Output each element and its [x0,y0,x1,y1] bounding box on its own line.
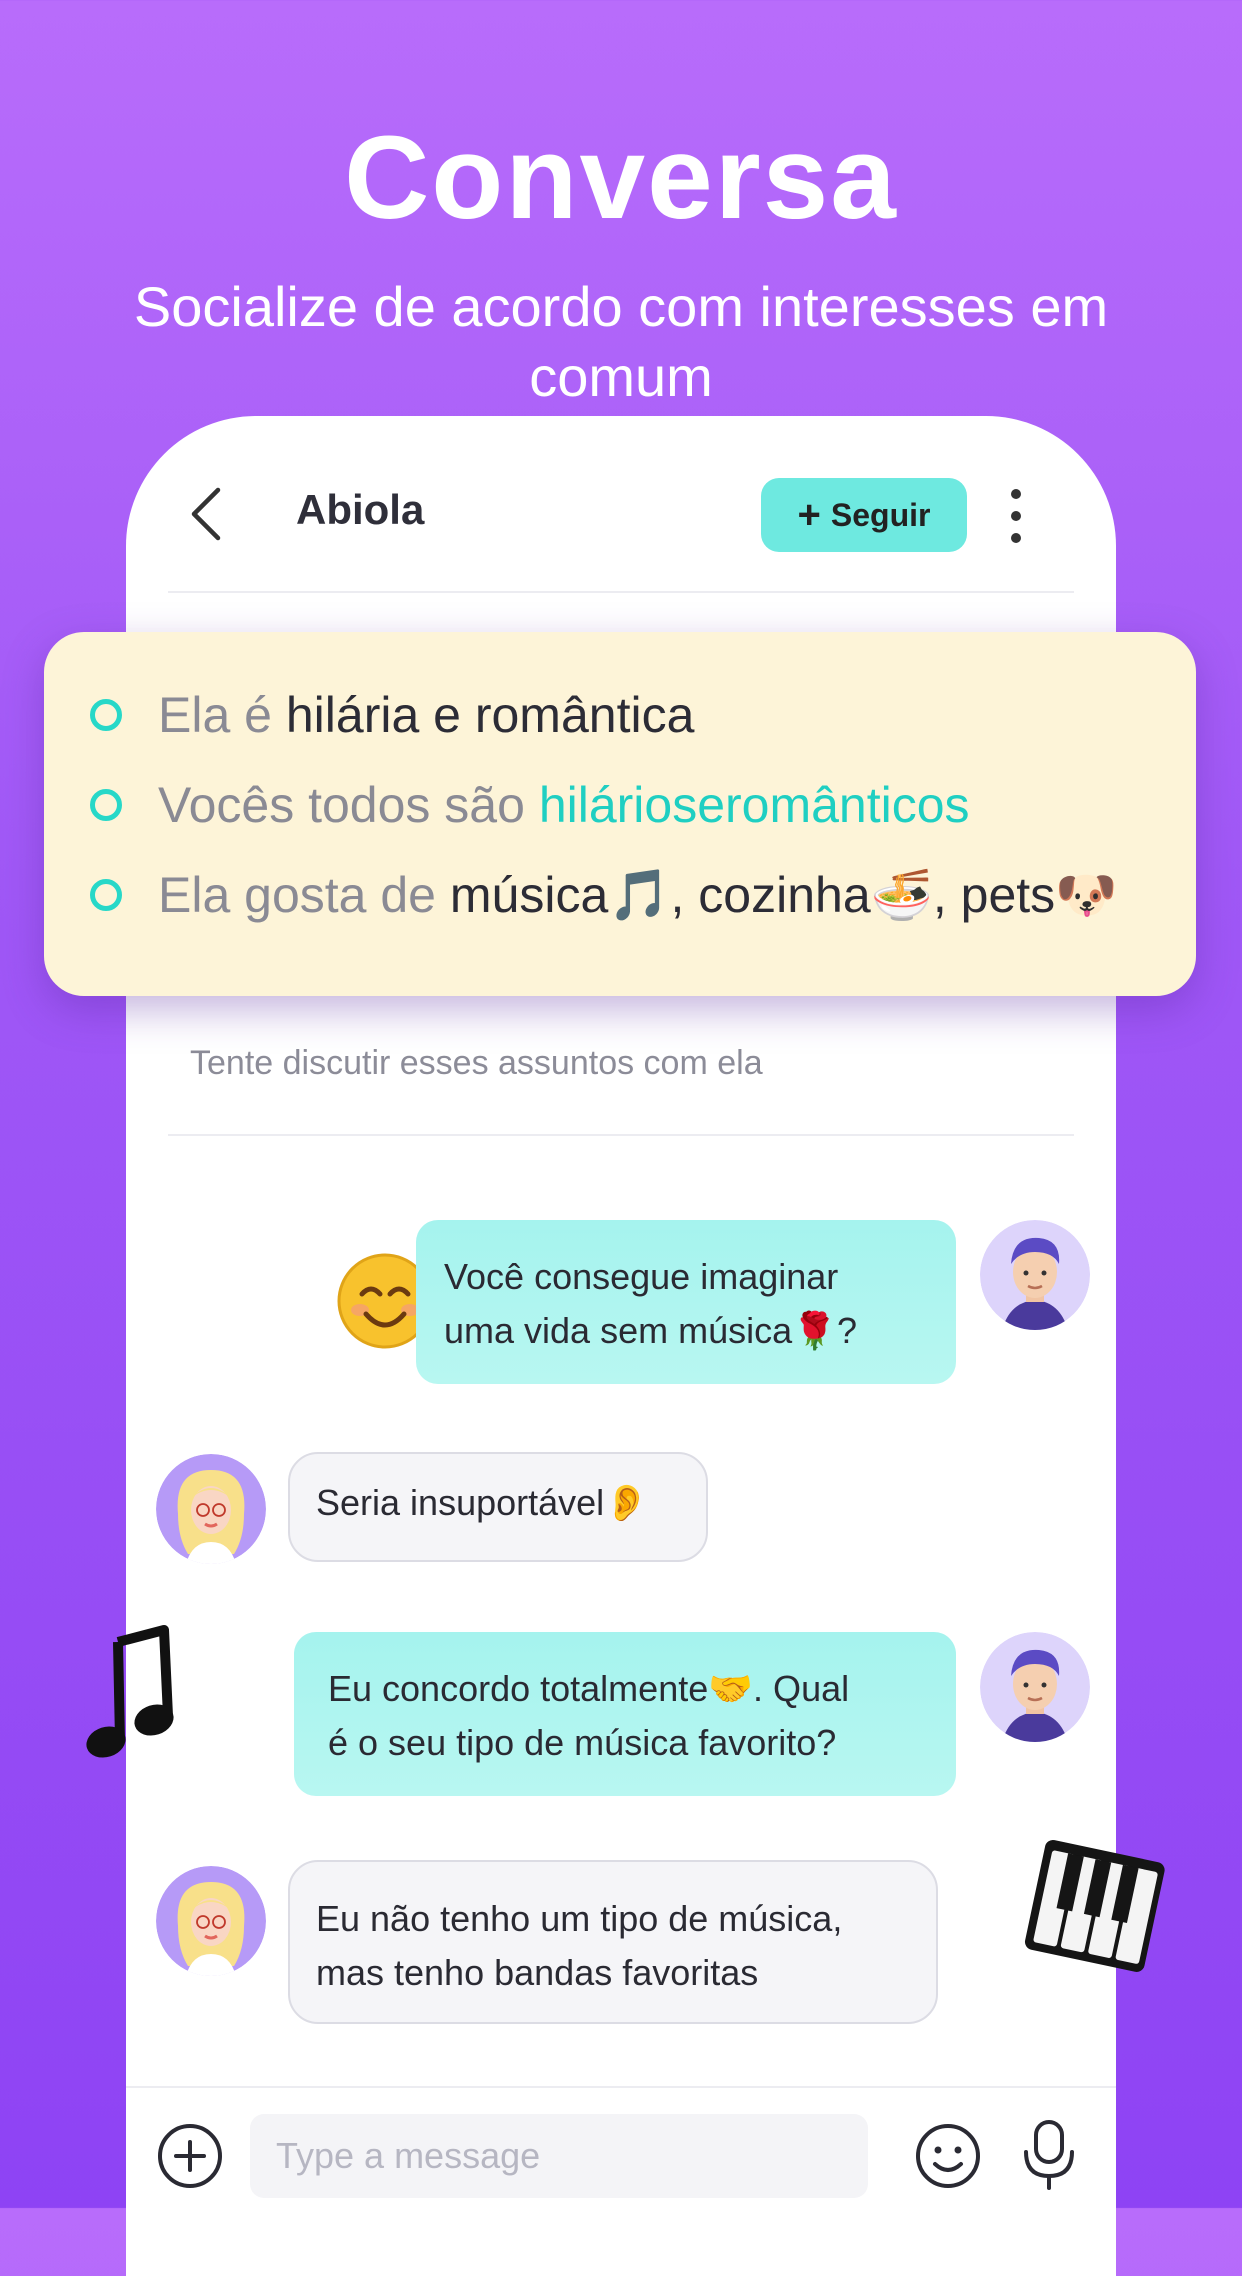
emoji-icon[interactable] [914,2122,982,2190]
contact-name: Abiola [296,486,425,533]
bullet-ring-icon [90,788,122,821]
interest-highlight: hilárioseromânticos [538,777,970,833]
message-bubble-incoming[interactable]: Eu não tenho um tipo de música, mas tenh… [288,1860,938,2024]
header-divider [168,591,1074,593]
my-avatar[interactable] [980,1220,1090,1330]
contact-avatar[interactable] [156,1454,266,1564]
shared-interests-card: Ela é hilária e romântica Vocês todos sã… [44,632,1196,996]
male-avatar-icon [980,1220,1090,1330]
interest-item: Vocês todos são hilárioseromânticos [90,776,970,834]
my-avatar[interactable] [980,1632,1090,1742]
message-composer [126,2086,1116,2276]
page-subtitle: Socialize de acordo com interesses em co… [133,275,1109,408]
music-note-sticker-icon [86,1625,174,1758]
interest-prefix: Ela é [158,687,286,743]
interest-prefix: Vocês todos são [158,777,539,833]
interest-prefix: Ela gosta de [158,867,450,923]
message-bubble-outgoing[interactable]: Você consegue imaginar uma vida sem músi… [416,1220,956,1384]
message-bubble-incoming[interactable]: Seria insuportável👂 [288,1452,708,1562]
follow-button[interactable]: + Seguir [761,478,967,552]
message-input[interactable] [250,2114,868,2198]
bullet-ring-icon [90,878,122,911]
bullet-ring-icon [90,698,122,731]
back-arrow-icon[interactable] [186,486,226,542]
interest-item: Ela gosta de música🎵, cozinha🍜, pets🐶 [90,866,1117,925]
interest-highlight: hilária e romântica [285,687,695,743]
follow-label: Seguir [830,496,931,533]
chat-header: Abiola + Seguir [126,416,1116,591]
interest-highlight: música🎵, cozinha🍜, pets🐶 [449,867,1118,923]
male-avatar-icon [980,1632,1090,1742]
contact-avatar[interactable] [156,1866,266,1976]
hint-divider [168,1134,1074,1136]
microphone-icon[interactable] [1018,2118,1080,2192]
plus-icon: + [797,493,821,537]
topic-hint: Tente discutir esses assuntos com ela [190,1044,763,1082]
female-avatar-icon [156,1454,266,1564]
female-avatar-icon [156,1866,266,1976]
page-title: Conversa [344,112,898,244]
message-bubble-outgoing[interactable]: Eu concordo totalmente🤝. Qual é o seu ti… [294,1632,956,1796]
add-attachment-icon[interactable] [156,2122,224,2190]
interest-item: Ela é hilária e romântica [90,686,694,744]
piano-keys-sticker-icon [1024,1840,1165,1972]
more-vertical-icon[interactable] [1004,486,1028,546]
